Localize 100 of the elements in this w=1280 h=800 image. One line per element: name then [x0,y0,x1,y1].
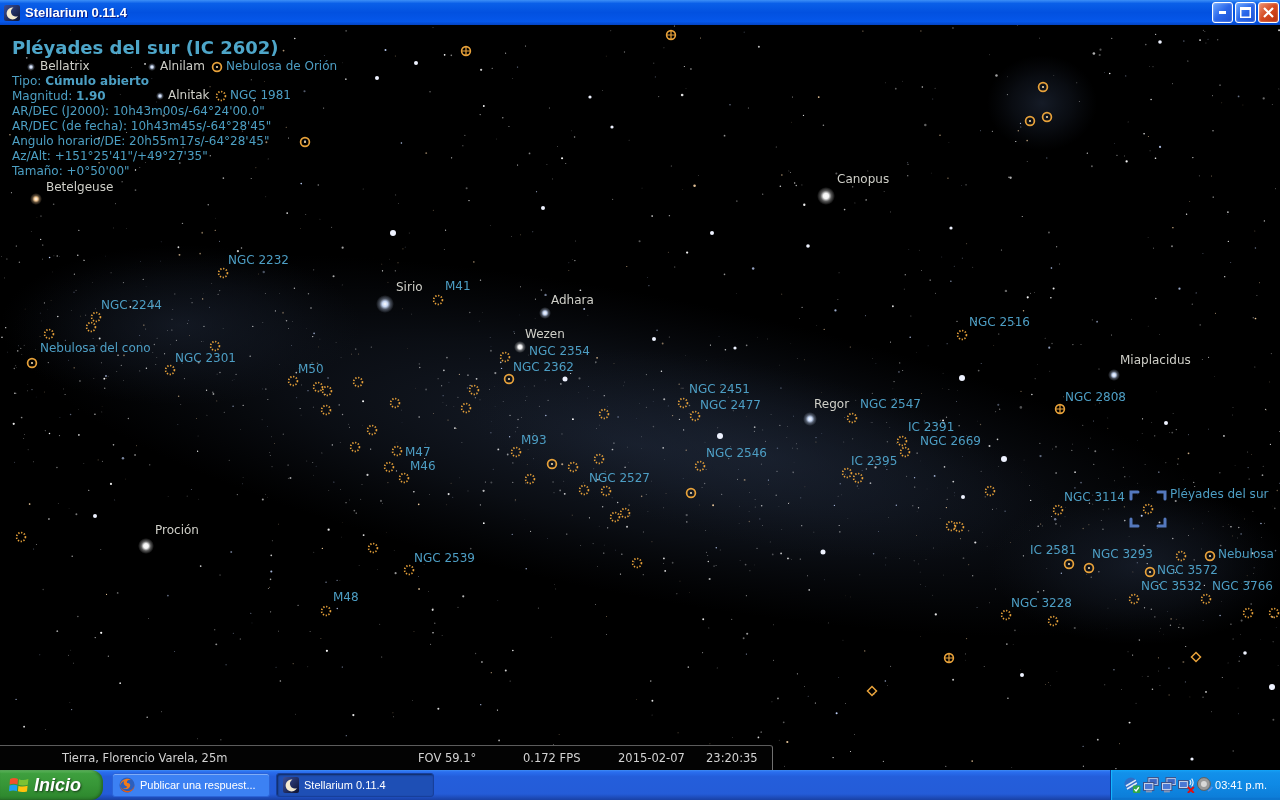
ring-marker-icon [1041,111,1053,123]
dotted-circle-marker-icon [1175,550,1187,562]
crescent-moon-icon [283,777,299,793]
dotted-circle-marker-icon [209,340,221,352]
dotted-circle-marker-icon [468,384,480,396]
object-label: NGC 2808 [1065,391,1126,404]
object-label: M48 [333,591,359,604]
dotted-circle-marker-icon [600,485,612,497]
dotted-circle-marker-icon [403,564,415,576]
object-label: NGC 2451 [689,383,750,396]
crossed-circle-marker-icon [460,45,472,57]
dotted-circle-marker-icon [677,397,689,409]
object-label: NGC 2669 [920,435,981,448]
ring-marker-icon [211,61,223,73]
object-label: IC 2391 [908,421,955,434]
dotted-circle-marker-icon [619,507,631,519]
object-label: NGC 3228 [1011,597,1072,610]
ring-marker-icon [299,136,311,148]
dotted-circle-marker-icon [366,424,378,436]
star-label: Miaplacidus [1120,354,1191,367]
minimize-button[interactable] [1212,2,1233,23]
dotted-circle-marker-icon [841,467,853,479]
dotted-circle-marker-icon [352,376,364,388]
start-button[interactable]: Inicio [0,770,103,800]
ring-marker-icon [1144,566,1156,578]
dotted-circle-marker-icon [320,605,332,617]
object-label: NGC 2539 [414,552,475,565]
dotted-circle-marker-icon [852,472,864,484]
star-label: Bellatrix [40,60,90,73]
dotted-circle-marker-icon [578,484,590,496]
star-label: Canopus [837,173,890,186]
dotted-circle-marker-icon [945,520,957,532]
diamond-marker-icon [866,685,878,697]
ring-marker-icon [546,458,558,470]
star-label: Alnitak [168,89,210,102]
crossed-circle-marker-icon [1054,403,1066,415]
dotted-circle-marker-icon [391,445,403,457]
object-label: NGC 1981 [230,89,291,102]
ring-marker-icon [1204,550,1216,562]
globe-icon [119,777,135,793]
object-label: M93 [521,434,547,447]
object-label: NGC 2362 [513,361,574,374]
star-label: Wezen [525,328,565,341]
network-computers-icon [1160,777,1177,793]
close-button[interactable] [1258,2,1279,23]
window-title: Stellarium 0.11.4 [25,5,128,20]
fps-text: 0.172 FPS [523,751,582,765]
star-label: Betelgeuse [46,181,114,194]
object-label: NGC 2546 [706,447,767,460]
crossed-circle-marker-icon [665,29,677,41]
dotted-circle-marker-icon [90,311,102,323]
dotted-circle-marker-icon [631,557,643,569]
info-line: Angulo horario/DE: 20h55m17s/-64°28'45" [12,134,270,149]
dotted-circle-marker-icon [598,408,610,420]
object-label: Nebulosa [1218,548,1274,561]
dotted-circle-marker-icon [349,441,361,453]
dotted-circle-marker-icon [956,329,968,341]
object-label: Nebulosa del cono [40,342,151,355]
object-label: Nebulosa de Orión [226,60,338,73]
dotted-circle-marker-icon [432,294,444,306]
dotted-circle-marker-icon [15,531,27,543]
object-label: NGC 2244 [101,299,162,312]
dotted-circle-marker-icon [524,473,536,485]
dotted-circle-marker-icon [164,364,176,376]
dotted-circle-marker-icon [85,321,97,333]
task-button[interactable]: Stellarium 0.11.4 [276,773,434,797]
object-title: Pléyades del sur (IC 2602) [12,37,279,59]
dotted-circle-marker-icon [389,397,401,409]
task-button[interactable]: Publicar una respuest... [112,773,270,797]
fov-text: FOV 59.1° [418,751,478,765]
info-line: AR/DEC (de fecha): 10h43m45s/-64°28'45" [12,119,272,134]
dotted-circle-marker-icon [1128,593,1140,605]
dotted-circle-marker-icon [1242,607,1254,619]
wireless-computer-cross-icon [1178,777,1196,793]
info-line: AR/DEC (J2000): 10h43m00s/-64°24'00.0" [12,104,265,119]
crossed-circle-marker-icon [943,652,955,664]
location-text: Tierra, Florencio Varela, 25m [62,751,229,765]
date-text: 2015-02-07 [618,751,686,765]
object-label: M50 [298,363,324,376]
dotted-circle-marker-icon [984,485,996,497]
ring-marker-icon [1037,81,1049,93]
ring-marker-icon [685,487,697,499]
dotted-circle-marker-icon [367,542,379,554]
object-label: NGC 3572 [1157,564,1218,577]
dotted-circle-marker-icon [43,328,55,340]
info-line: Tamaño: +0°50'00" [12,164,130,179]
ring-marker-icon [1024,115,1036,127]
maximize-icon [1240,7,1251,18]
star-label: Alnilam [160,60,205,73]
star-label: Regor [814,398,850,411]
object-label: NGC 2301 [175,352,236,365]
dotted-circle-marker-icon [1142,503,1154,515]
object-label: NGC 3532 [1141,580,1202,593]
object-label: NGC 2527 [589,472,650,485]
maximize-button[interactable] [1235,2,1256,23]
dotted-circle-marker-icon [1200,593,1212,605]
flag-icon [9,776,29,794]
ring-marker-icon [1083,562,1095,574]
dotted-circle-marker-icon [510,446,522,458]
dotted-circle-marker-icon [846,412,858,424]
